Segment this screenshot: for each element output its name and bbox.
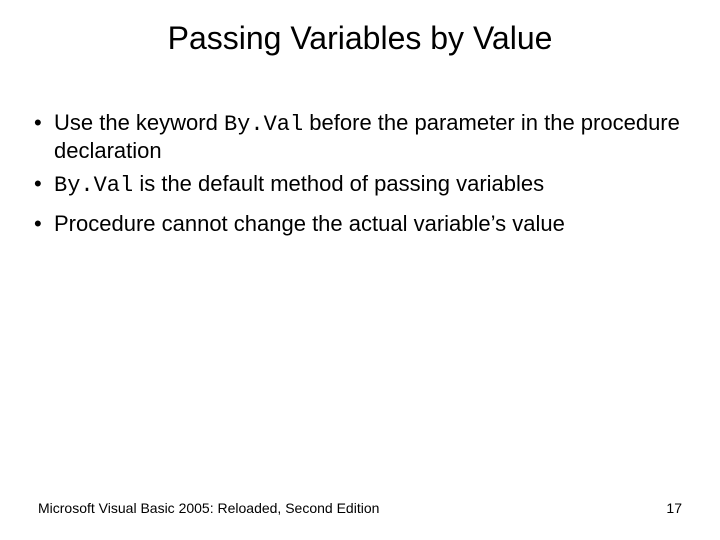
footer-source: Microsoft Visual Basic 2005: Reloaded, S… xyxy=(38,500,379,516)
bullet-item-3: Procedure cannot change the actual varia… xyxy=(30,211,690,237)
bullet-3-text: Procedure cannot change the actual varia… xyxy=(54,211,565,236)
bullet-item-1: Use the keyword By.Val before the parame… xyxy=(30,110,690,165)
bullet-1-code: By.Val xyxy=(224,112,303,137)
slide-title: Passing Variables by Value xyxy=(0,20,720,57)
slide-body: Use the keyword By.Val before the parame… xyxy=(30,110,690,244)
footer-page-number: 17 xyxy=(666,500,682,516)
bullet-1-text-pre: Use the keyword xyxy=(54,110,224,135)
bullet-item-2: By.Val is the default method of passing … xyxy=(30,171,690,199)
slide: Passing Variables by Value Use the keywo… xyxy=(0,0,720,540)
bullet-list: Use the keyword By.Val before the parame… xyxy=(30,110,690,238)
bullet-2-code: By.Val xyxy=(54,173,133,198)
bullet-2-text-post: is the default method of passing variabl… xyxy=(133,171,544,196)
